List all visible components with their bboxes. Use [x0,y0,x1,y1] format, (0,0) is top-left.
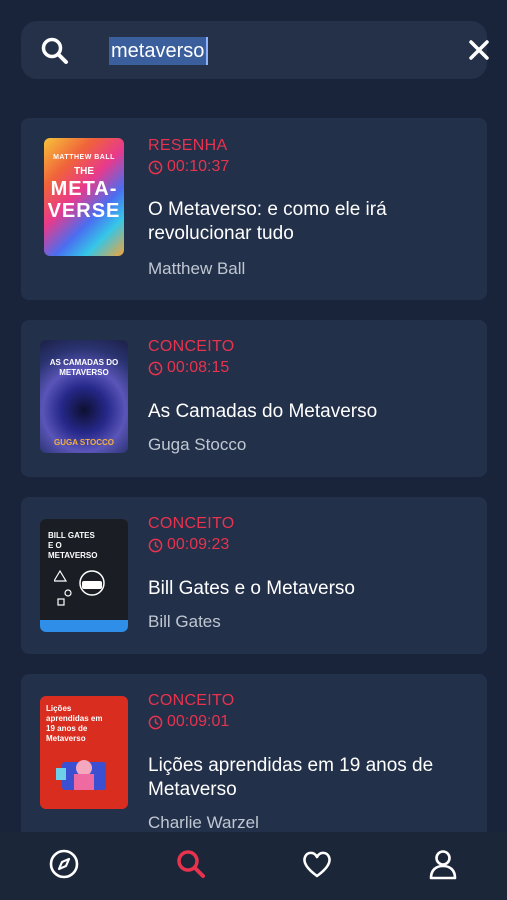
book-cover: AS CAMADAS DO METAVERSO GUGA STOCCO [40,340,128,453]
bottom-nav [0,832,507,900]
book-cover: Lições aprendidas em 19 anos de Metavers… [40,696,128,809]
list-item[interactable]: AS CAMADAS DO METAVERSO GUGA STOCCO CONC… [21,320,487,477]
category-label: CONCEITO [148,515,235,532]
book-title: Lições aprendidas em 19 anos de Metavers… [148,755,434,800]
compass-icon[interactable] [47,847,81,881]
book-author: Charlie Warzel [148,813,259,832]
duration: 00:10:37 [148,158,229,176]
close-icon[interactable] [464,35,494,65]
clock-icon [148,361,163,375]
category-label: CONCEITO [148,338,235,355]
search-bar[interactable]: metaverso [21,21,489,79]
book-cover: BILL GATES E O METAVERSO [40,519,128,632]
heart-icon[interactable] [300,847,334,881]
duration: 00:09:01 [148,713,229,731]
category-label: RESENHA [148,137,228,154]
clock-icon [148,538,163,552]
book-author: Guga Stocco [148,435,247,454]
duration: 00:08:15 [148,359,229,377]
results-list: MATTHEW BALL THE META- VERSE RESENHA 00:… [21,118,487,832]
book-author: Bill Gates [148,612,221,631]
book-cover: MATTHEW BALL THE META- VERSE [44,138,124,256]
book-title: As Camadas do Metaverso [148,401,378,422]
clock-icon [148,715,163,729]
book-author: Matthew Ball [148,259,246,278]
user-icon[interactable] [426,847,460,881]
clock-icon [148,160,163,174]
book-title: Bill Gates e o Metaverso [148,578,355,599]
search-icon [41,37,68,64]
list-item[interactable]: MATTHEW BALL THE META- VERSE RESENHA 00:… [21,118,487,300]
book-title: O Metaverso: e como ele irá revolucionar… [148,199,387,244]
search-input[interactable]: metaverso [109,37,209,65]
search-icon[interactable] [174,847,208,881]
category-label: CONCEITO [148,692,235,709]
list-item[interactable]: BILL GATES E O METAVERSO CONCEITO 00:09:… [21,497,487,654]
list-item[interactable]: Lições aprendidas em 19 anos de Metavers… [21,674,487,832]
duration: 00:09:23 [148,536,229,554]
